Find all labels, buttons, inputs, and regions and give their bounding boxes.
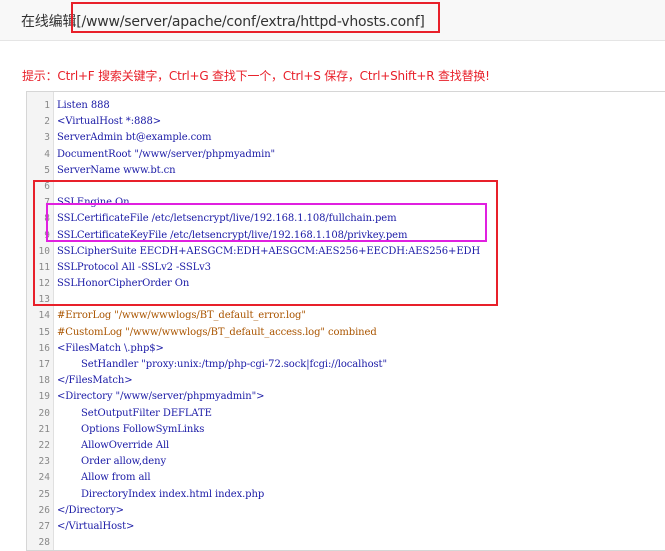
file-path-highlight (71, 2, 440, 33)
code-line[interactable]: 3 ServerAdmin bt@example.com (27, 130, 665, 146)
code-line[interactable]: 25 DirectoryIndex index.html index.php (27, 487, 665, 503)
code-text[interactable]: DocumentRoot "/www/server/phpmyadmin" (57, 147, 275, 163)
line-number: 1 (44, 100, 50, 111)
code-line[interactable]: 21 Options FollowSymLinks (27, 422, 665, 438)
line-number: 16 (38, 342, 50, 354)
code-text[interactable]: <Directory "/www/server/phpmyadmin"> (57, 389, 264, 405)
certificate-path-highlight (46, 203, 487, 242)
code-text[interactable]: Allow from all (81, 470, 151, 486)
line-number: 24 (38, 472, 50, 484)
ssl-config-highlight (33, 180, 498, 306)
code-line[interactable]: 20 SetOutputFilter DEFLATE (27, 406, 665, 422)
code-text[interactable]: Order allow,deny (81, 454, 166, 470)
code-line[interactable]: 22 AllowOverride All (27, 438, 665, 454)
code-lines[interactable]: 1 Listen 888 2 <VirtualHost *:888> 3 ServerAd… (27, 98, 665, 550)
code-line[interactable]: 19 <Directory "/www/server/phpmyadmin"> (27, 389, 665, 405)
code-text[interactable]: </VirtualHost> (57, 519, 134, 535)
code-line[interactable]: 23 Order allow,deny (27, 454, 665, 470)
code-text[interactable]: Options FollowSymLinks (81, 422, 204, 438)
line-number: 19 (38, 391, 50, 403)
code-line[interactable]: 4 DocumentRoot "/www/server/phpmyadmin" (27, 147, 665, 163)
editor-header: 在线编辑[/www/server/apache/conf/extra/httpd… (0, 0, 665, 41)
code-text[interactable]: #CustomLog "/www/wwwlogs/BT_default_acce… (57, 325, 377, 341)
line-number: 3 (44, 132, 50, 144)
line-number: 27 (38, 520, 50, 532)
shortcut-tip: 提示：Ctrl+F 搜索关键字，Ctrl+G 查找下一个，Ctrl+S 保存，C… (22, 69, 490, 83)
line-number: 25 (38, 488, 50, 500)
code-text[interactable]: DirectoryIndex index.html index.php (81, 487, 264, 503)
line-number: 4 (44, 148, 50, 160)
code-line[interactable]: 27 </VirtualHost> (27, 519, 665, 535)
code-text[interactable]: ServerAdmin bt@example.com (57, 130, 212, 146)
line-number: 22 (38, 439, 50, 451)
code-text[interactable]: SetHandler "proxy:unix:/tmp/php-cgi-72.s… (81, 357, 387, 373)
code-line[interactable]: 5 ServerName www.bt.cn (27, 163, 665, 179)
line-number: 28 (38, 537, 50, 549)
line-number: 15 (38, 326, 50, 338)
code-text[interactable]: <FilesMatch \.php$> (57, 341, 164, 357)
code-line[interactable]: 17 SetHandler "proxy:unix:/tmp/php-cgi-72… (27, 357, 665, 373)
line-number: 21 (38, 423, 50, 435)
code-line[interactable]: 18 </FilesMatch> (27, 373, 665, 389)
code-line[interactable]: 26 </Directory> (27, 503, 665, 519)
code-text[interactable]: #ErrorLog "/www/wwwlogs/BT_default_error… (57, 308, 306, 324)
line-number: 20 (38, 407, 50, 419)
line-number: 17 (38, 359, 50, 370)
code-text[interactable]: ServerName www.bt.cn (57, 163, 176, 179)
line-number: 5 (44, 164, 50, 176)
code-text[interactable]: SetOutputFilter DEFLATE (81, 406, 212, 422)
code-text[interactable]: </Directory> (57, 503, 124, 519)
line-number: 23 (38, 456, 50, 468)
code-text[interactable]: <VirtualHost *:888> (57, 114, 161, 130)
line-number: 14 (38, 310, 50, 322)
code-text[interactable]: AllowOverride All (81, 438, 169, 454)
line-number: 2 (44, 116, 50, 128)
line-number: 18 (38, 375, 50, 387)
code-line[interactable]: 14 #ErrorLog "/www/wwwlogs/BT_default_err… (27, 308, 665, 324)
code-text[interactable]: </FilesMatch> (57, 373, 133, 389)
code-line[interactable]: 1 Listen 888 (27, 98, 665, 114)
code-line[interactable]: 24 Allow from all (27, 470, 665, 486)
code-editor[interactable]: 1 Listen 888 2 <VirtualHost *:888> 3 ServerAd… (26, 91, 665, 551)
code-line[interactable]: 2 <VirtualHost *:888> (27, 114, 665, 130)
line-number: 26 (38, 504, 50, 516)
code-line[interactable]: 15 #CustomLog "/www/wwwlogs/BT_default_ac… (27, 325, 665, 341)
code-line[interactable]: 16 <FilesMatch \.php$> (27, 341, 665, 357)
code-line[interactable]: 28 (27, 535, 665, 550)
code-text[interactable]: Listen 888 (57, 98, 110, 114)
